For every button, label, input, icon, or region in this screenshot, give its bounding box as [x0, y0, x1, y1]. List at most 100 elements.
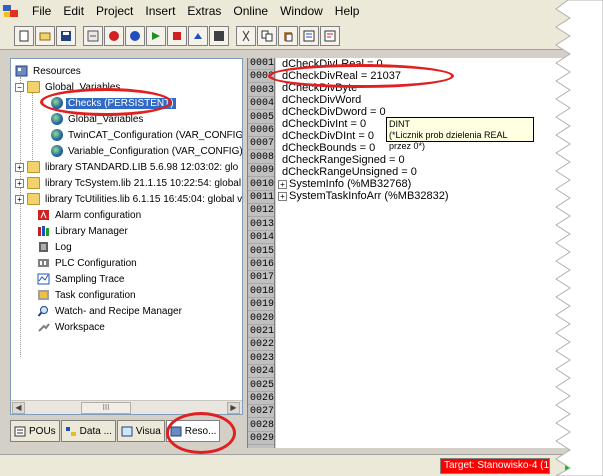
line-number: 0001 — [248, 58, 275, 70]
folder-icon — [27, 81, 40, 93]
save-button[interactable] — [56, 25, 76, 46]
tree-item-plc-configuration[interactable]: PLC Configuration — [37, 255, 139, 271]
logout-button[interactable] — [125, 25, 145, 46]
variable-tooltip: DINT (*Licznik prob dzielenia REAL przez… — [386, 117, 534, 151]
copy-button[interactable] — [257, 25, 277, 46]
magnifier-icon — [37, 306, 48, 317]
tab-visualizations[interactable]: Visua — [116, 420, 165, 442]
resources-tree[interactable]: Resources − Global_Variables Checks (PER… — [10, 58, 243, 415]
cut-button[interactable] — [236, 25, 256, 46]
find-button[interactable] — [299, 25, 319, 46]
line-number: 0004 — [248, 98, 275, 111]
run-button[interactable] — [146, 25, 166, 46]
code-line-3[interactable]: dCheckDivByte — [282, 82, 357, 94]
tree-item-global-vars[interactable]: Global_Variables — [51, 111, 145, 127]
line-number: 0018 — [248, 285, 275, 298]
code-line-2[interactable]: dCheckDivReal = 21037 — [282, 70, 401, 82]
code-line-11-text: SystemInfo (%MB32768) — [289, 178, 412, 190]
logout-icon — [130, 30, 140, 41]
menu-extras[interactable]: Extras — [181, 0, 227, 22]
expand-icon[interactable]: + — [278, 179, 287, 189]
line-number: 0028 — [248, 419, 275, 432]
tree-item-variable-configuration[interactable]: Variable_Configuration (VAR_CONFIG) — [51, 143, 242, 159]
task-icon — [38, 290, 49, 300]
expand-icon[interactable]: + — [278, 191, 287, 201]
globe-icon — [51, 145, 63, 157]
paste-button[interactable] — [278, 25, 298, 46]
twincat-plc-window: File Edit Project Insert Extras Online W… — [0, 0, 603, 476]
code-line-10[interactable]: dCheckRangeUnsigned = 0 — [282, 166, 417, 178]
line-number: 0012 — [248, 205, 275, 218]
line-number: 0021 — [248, 326, 275, 338]
line-number: 0014 — [248, 232, 275, 245]
expand-icon[interactable]: + — [15, 194, 24, 204]
log-icon — [39, 242, 48, 252]
tree-item-library-standard[interactable]: + library STANDARD.LIB 5.6.98 12:03:02: … — [15, 159, 240, 175]
menu-window[interactable]: Window — [274, 0, 329, 22]
code-line-6[interactable]: dCheckDivInt = 0 — [282, 118, 366, 130]
stop-button[interactable] — [167, 25, 187, 46]
tree-item-global-variables-folder[interactable]: − Global_Variables — [15, 79, 122, 95]
replace-button[interactable] — [320, 25, 340, 46]
open-button[interactable] — [35, 25, 55, 46]
line-number: 0003 — [248, 84, 275, 97]
menu-project[interactable]: Project — [90, 0, 139, 22]
tab-resources[interactable]: Reso... — [165, 420, 221, 442]
expand-icon[interactable]: + — [15, 162, 24, 172]
code-line-1[interactable]: dCheckDivLReal = 0 — [282, 58, 383, 70]
build-button[interactable] — [83, 25, 103, 46]
pou-icon — [14, 426, 26, 436]
tab-pous[interactable]: POUs — [10, 420, 60, 442]
globe-icon — [51, 97, 63, 109]
books-icon — [38, 226, 49, 236]
tree-item-library-tcutilities[interactable]: + library TcUtilities.lib 6.1.15 16:45:0… — [15, 191, 242, 207]
object-organizer-tabs: POUs Data ... Visua Reso... — [10, 420, 221, 442]
login-button[interactable] — [104, 25, 124, 46]
menu-insert[interactable]: Insert — [139, 0, 181, 22]
tree-item-twincat-configuration[interactable]: TwinCAT_Configuration (VAR_CONFIG) — [51, 127, 242, 143]
code-line-8[interactable]: dCheckBounds = 0 — [282, 142, 375, 154]
scroll-left-icon[interactable]: ◀ — [12, 402, 25, 414]
breakpoint-button[interactable] — [209, 25, 229, 46]
tree-item-checks[interactable]: Checks (PERSISTENT) — [51, 95, 176, 111]
status-extra — [594, 458, 603, 474]
collapse-icon[interactable]: − — [15, 82, 24, 92]
globe-icon — [51, 113, 63, 125]
code-line-7[interactable]: dCheckDivDInt = 0 — [282, 130, 374, 142]
tree-item-workspace[interactable]: Workspace — [37, 319, 107, 335]
code-line-11[interactable]: + SystemInfo (%MB32768) — [278, 178, 411, 190]
code-line-5[interactable]: dCheckDivDword = 0 — [282, 106, 386, 118]
line-number: 0007 — [248, 138, 275, 151]
tree-item-library-tcsystem[interactable]: + library TcSystem.lib 21.1.15 10:22:54:… — [15, 175, 242, 191]
menu-file[interactable]: File — [26, 0, 57, 22]
line-number: 0029 — [248, 433, 275, 446]
resources-icon — [170, 426, 182, 436]
new-button[interactable] — [14, 25, 34, 46]
tree-item-task-configuration[interactable]: Task configuration — [37, 287, 138, 303]
tab-data-types[interactable]: Data ... — [60, 420, 116, 442]
tree-item-watch-recipe-manager[interactable]: Watch- and Recipe Manager — [37, 303, 184, 319]
tooltip-comment: (*Licznik prob dzielenia REAL przez 0*) — [389, 130, 508, 151]
replace-icon — [324, 30, 336, 41]
menu-help[interactable]: Help — [329, 0, 366, 22]
code-line-4[interactable]: dCheckDivWord — [282, 94, 361, 106]
tree-item-alarm-configuration[interactable]: Alarm configuration — [37, 207, 143, 223]
step-button[interactable] — [188, 25, 208, 46]
scroll-right-icon[interactable]: ▶ — [227, 402, 240, 414]
tree-item-resources[interactable]: Resources — [15, 63, 83, 79]
tree-horizontal-scrollbar[interactable]: ◀ III ▶ — [11, 400, 242, 414]
line-number: 0024 — [248, 366, 275, 379]
line-number: 0009 — [248, 165, 275, 178]
code-line-12[interactable]: + SystemTaskInfoArr (%MB32832) — [278, 190, 449, 202]
expand-icon[interactable]: + — [15, 178, 24, 188]
line-number: 0013 — [248, 218, 275, 231]
folder-icon — [27, 161, 40, 173]
menu-online[interactable]: Online — [227, 0, 274, 22]
tree-item-log[interactable]: Log — [37, 239, 74, 255]
code-line-9[interactable]: dCheckRangeSigned = 0 — [282, 154, 405, 166]
tree-item-sampling-trace[interactable]: Sampling Trace — [37, 271, 126, 287]
scroll-thumb[interactable]: III — [81, 402, 131, 414]
tree-item-library-manager[interactable]: Library Manager — [37, 223, 130, 239]
menu-edit[interactable]: Edit — [57, 0, 90, 22]
line-number: 0022 — [248, 339, 275, 352]
